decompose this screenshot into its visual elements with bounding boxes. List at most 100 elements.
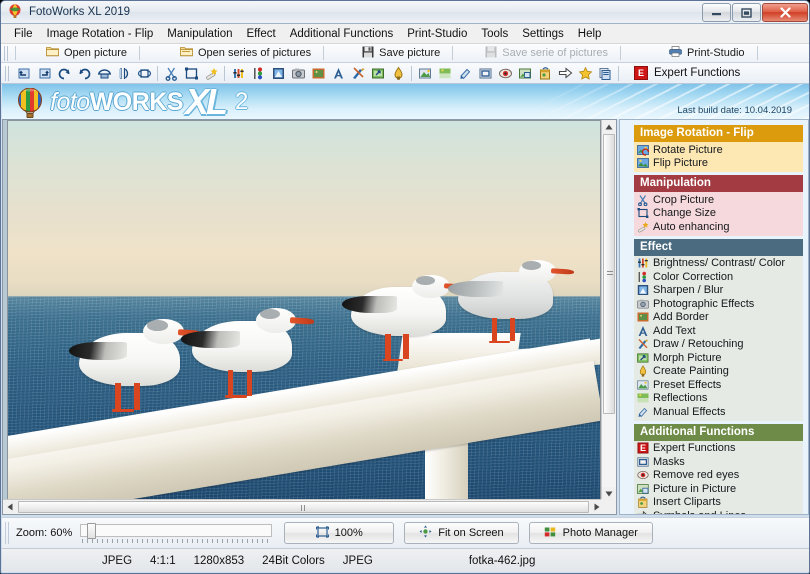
masks-icon[interactable]: [475, 64, 495, 83]
photo-manager-button[interactable]: Photo Manager: [528, 522, 653, 544]
flip-vertical-icon[interactable]: [94, 64, 114, 83]
rotate-cw-icon[interactable]: [74, 64, 94, 83]
reflections-icon[interactable]: [435, 64, 455, 83]
sharpen-blur-icon[interactable]: [268, 64, 288, 83]
picture-in-picture-icon[interactable]: [515, 64, 535, 83]
sidebar-item-morph-picture[interactable]: Morph Picture: [634, 351, 803, 365]
brightness-contrast-icon[interactable]: [228, 64, 248, 83]
maximize-button[interactable]: [732, 3, 761, 22]
resize-icon[interactable]: [181, 64, 201, 83]
image-viewport[interactable]: [2, 119, 617, 515]
expert-functions-toolbar-button[interactable]: E Expert Functions: [634, 66, 740, 80]
batch-processing-icon[interactable]: [595, 64, 615, 83]
panel-header-manipulation[interactable]: Manipulation: [634, 175, 803, 192]
morph-picture-icon[interactable]: [368, 64, 388, 83]
menu-settings[interactable]: Settings: [515, 26, 571, 42]
create-painting-icon[interactable]: [388, 64, 408, 83]
crop-icon: [637, 194, 649, 206]
insert-cliparts-icon[interactable]: [535, 64, 555, 83]
sidebar-label: Insert Cliparts: [653, 496, 721, 509]
seagull-leg: [115, 383, 121, 410]
print-studio-button[interactable]: Print-Studio: [659, 44, 754, 63]
zoom-slider-thumb[interactable]: [87, 523, 97, 539]
menu-print-studio[interactable]: Print-Studio: [400, 26, 474, 42]
auto-enhance-wand-icon[interactable]: [201, 64, 221, 83]
sidebar-item-insert-cliparts[interactable]: Insert Cliparts: [634, 496, 803, 510]
draw-retouch-icon[interactable]: [348, 64, 368, 83]
zoom-slider[interactable]: [80, 522, 273, 544]
zoom-slider-track[interactable]: [80, 524, 273, 537]
sidebar-item-sharpen-blur[interactable]: Sharpen / Blur: [634, 284, 803, 298]
sidebar-item-masks[interactable]: Masks: [634, 455, 803, 469]
sidebar-item-rotate-picture[interactable]: Rotate Picture: [634, 143, 803, 157]
panel-header-additional-functions[interactable]: Additional Functions: [634, 423, 803, 441]
menu-help[interactable]: Help: [571, 26, 609, 42]
remove-red-eyes-icon[interactable]: [495, 64, 515, 83]
close-button[interactable]: [762, 3, 808, 22]
add-border-icon[interactable]: [308, 64, 328, 83]
photographic-effects-icon[interactable]: [288, 64, 308, 83]
sidebar-item-auto-enhancing[interactable]: Auto enhancing: [634, 220, 803, 234]
symbols-lines-icon[interactable]: [555, 64, 575, 83]
toolbar-grip[interactable]: [3, 45, 10, 61]
menu-manipulation[interactable]: Manipulation: [160, 26, 239, 42]
sidebar-item-symbols-and-lines[interactable]: Symbols and Lines: [634, 509, 803, 514]
vertical-scroll-thumb[interactable]: [603, 134, 615, 414]
open-picture-button[interactable]: Open picture: [36, 44, 137, 63]
open-series-button[interactable]: Open series of pictures: [170, 44, 321, 63]
vertical-scroll-track[interactable]: [602, 134, 616, 487]
sidebar-item-preset-effects[interactable]: Preset Effects: [634, 378, 803, 392]
sidebar-item-remove-red-eyes[interactable]: Remove red eyes: [634, 469, 803, 483]
rotate-ccw-icon[interactable]: [54, 64, 74, 83]
sidebar-item-expert-functions[interactable]: E Expert Functions: [634, 442, 803, 456]
photographic-effects-icon: [637, 298, 649, 310]
sidebar-item-photographic-effects[interactable]: Photographic Effects: [634, 297, 803, 311]
scroll-left-icon[interactable]: [3, 500, 17, 514]
rotate-right-icon[interactable]: [34, 64, 54, 83]
add-text-icon[interactable]: [328, 64, 348, 83]
sidebar-label: Reflections: [653, 392, 708, 405]
preset-effects-icon[interactable]: [415, 64, 435, 83]
sidebar-item-draw-retouching[interactable]: Draw / Retouching: [634, 338, 803, 352]
sidebar-item-picture-in-picture[interactable]: Picture in Picture: [634, 482, 803, 496]
fit-on-screen-button[interactable]: Fit on Screen: [404, 522, 519, 544]
sidebar-item-create-painting[interactable]: Create Painting: [634, 365, 803, 379]
status-dimensions: 1280x853: [193, 554, 245, 567]
menu-additional-functions[interactable]: Additional Functions: [283, 26, 401, 42]
sidebar-item-color-correction[interactable]: Color Correction: [634, 270, 803, 284]
perspective-icon[interactable]: [134, 64, 154, 83]
flip-horizontal-icon[interactable]: [114, 64, 134, 83]
scroll-up-icon[interactable]: [602, 120, 616, 134]
sidebar-item-flip-picture[interactable]: Flip Picture: [634, 157, 803, 171]
save-picture-button[interactable]: Save picture: [352, 44, 450, 63]
color-correction-icon[interactable]: [248, 64, 268, 83]
iconbar-grip[interactable]: [4, 65, 10, 81]
viewport-vertical-scrollbar[interactable]: [601, 120, 616, 501]
manual-effects-icon[interactable]: [455, 64, 475, 83]
create-collage-icon[interactable]: [575, 64, 595, 83]
menu-image-rotation-flip[interactable]: Image Rotation - Flip: [40, 26, 161, 42]
sidebar-item-reflections[interactable]: Reflections: [634, 392, 803, 406]
menu-effect[interactable]: Effect: [240, 26, 283, 42]
horizontal-scroll-thumb[interactable]: [18, 501, 589, 513]
viewport-horizontal-scrollbar[interactable]: [3, 499, 604, 514]
zoombar-grip[interactable]: [4, 522, 10, 544]
panel-header-effect[interactable]: Effect: [634, 238, 803, 256]
menu-tools[interactable]: Tools: [474, 26, 515, 42]
photo-canvas[interactable]: [8, 121, 600, 499]
minimize-button[interactable]: [702, 3, 731, 22]
crop-scissors-icon[interactable]: [161, 64, 181, 83]
picture-in-picture-icon: [637, 483, 649, 495]
sidebar-item-brightness-contrast-color[interactable]: Brightness/ Contrast/ Color: [634, 257, 803, 271]
zoom-100-button[interactable]: 100%: [284, 522, 395, 544]
rotate-left-icon[interactable]: [14, 64, 34, 83]
sidebar-item-manual-effects[interactable]: Manual Effects: [634, 405, 803, 419]
sidebar-item-add-border[interactable]: Add Border: [634, 311, 803, 325]
panel-header-image-rotation-flip[interactable]: Image Rotation - Flip: [634, 125, 803, 142]
sidebar-item-crop-picture[interactable]: Crop Picture: [634, 193, 803, 207]
menu-file[interactable]: File: [7, 26, 40, 42]
sidebar-item-change-size[interactable]: Change Size: [634, 207, 803, 221]
sidebar-item-add-text[interactable]: Add Text: [634, 324, 803, 338]
sidebar-label: Masks: [653, 455, 685, 468]
seagull: [341, 274, 468, 361]
